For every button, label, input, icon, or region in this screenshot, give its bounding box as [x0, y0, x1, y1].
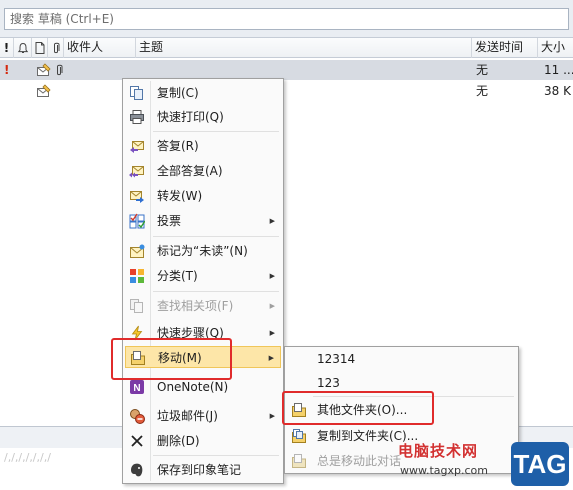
- menu-item-mark-unread[interactable]: 标记为“未读”(N): [125, 240, 281, 262]
- annotation-box-other-folder: [282, 391, 434, 425]
- menu-separator: [153, 236, 279, 237]
- menu-item-label: 保存到印象笔记: [157, 463, 242, 477]
- menu-separator: [153, 455, 279, 456]
- submenu-arrow-icon: ▶: [269, 272, 275, 280]
- column-size[interactable]: 大小: [538, 38, 573, 58]
- column-reminder[interactable]: [14, 38, 32, 58]
- document-icon: [35, 42, 44, 54]
- menu-item-delete[interactable]: 删除(D): [125, 430, 281, 452]
- column-header: ! 收件人 主题 发送时间 大小: [0, 38, 573, 58]
- table-row[interactable]: 无 38 K: [0, 81, 573, 101]
- submenu-item-label: 12314: [317, 352, 356, 366]
- submenu-arrow-icon: ▶: [269, 302, 275, 310]
- forward-icon: [127, 186, 147, 206]
- annotation-box-move: [111, 338, 232, 380]
- column-icon[interactable]: [32, 38, 48, 58]
- menu-item-label: 垃圾邮件(J): [157, 409, 218, 423]
- search-bar: 搜索 草稿 (Ctrl+E): [0, 0, 573, 38]
- menu-item-label: 投票: [157, 214, 182, 228]
- menu-separator: [153, 131, 279, 132]
- sent-time-value: 无: [476, 63, 489, 77]
- menu-item-label: 答复(R): [157, 139, 199, 153]
- importance-flag: !: [4, 63, 10, 77]
- recipient-label: 收件人: [67, 40, 104, 54]
- menu-item-label: 分类(T): [157, 269, 198, 283]
- menu-item-label: 转发(W): [157, 189, 203, 203]
- sent-time-label: 发送时间: [475, 40, 524, 54]
- find-related-icon: [127, 296, 147, 316]
- column-attachment[interactable]: [48, 38, 64, 58]
- watermark-tag-logo: TAG: [511, 442, 569, 486]
- submenu-arrow-icon: ▶: [269, 217, 275, 225]
- mark-unread-icon: [127, 241, 147, 261]
- submenu-arrow-icon: ▶: [268, 354, 274, 362]
- menu-item-copy[interactable]: 复制(C): [125, 82, 281, 104]
- paperclip-icon: [53, 42, 59, 53]
- size-label: 大小: [541, 40, 566, 54]
- menu-item-label: 查找相关项(F): [157, 299, 234, 313]
- size-value: 11 ...: [544, 63, 573, 77]
- menu-item-vote[interactable]: 投票 ▶: [125, 210, 281, 232]
- copy-icon: [127, 83, 147, 103]
- menu-item-categorize[interactable]: 分类(T) ▶: [125, 265, 281, 287]
- draft-mail-icon: [36, 83, 52, 103]
- always-move-icon: [289, 451, 309, 471]
- sent-time-value: 无: [476, 84, 489, 98]
- column-importance[interactable]: !: [0, 38, 14, 58]
- menu-item-label: 复制(C): [157, 86, 199, 100]
- menu-item-quick-print[interactable]: 快速打印(Q): [125, 106, 281, 128]
- size-value: 38 K: [544, 84, 571, 98]
- menu-item-junk[interactable]: 垃圾邮件(J) ▶: [125, 405, 281, 427]
- print-icon: [127, 107, 147, 127]
- menu-item-save-evernote[interactable]: 保存到印象笔记: [125, 459, 281, 481]
- submenu-item-folder-12314[interactable]: 12314: [287, 348, 516, 370]
- table-row[interactable]: ! 无 11 ...: [0, 60, 573, 80]
- reply-all-icon: [127, 161, 147, 181]
- menu-item-label: 删除(D): [157, 434, 200, 448]
- column-recipient[interactable]: 收件人: [64, 38, 136, 58]
- importance-label: !: [3, 40, 10, 55]
- svg-text:N: N: [133, 383, 140, 394]
- context-menu: 复制(C) 快速打印(Q) 答复(R) 全部答复(A) 转发(W) 投票 ▶ 标…: [122, 78, 284, 484]
- search-input[interactable]: 搜索 草稿 (Ctrl+E): [4, 8, 569, 30]
- subject-label: 主题: [139, 40, 164, 54]
- submenu-arrow-icon: ▶: [269, 329, 275, 337]
- vote-icon: [127, 211, 147, 231]
- junk-icon: [127, 406, 147, 426]
- watermark-url: www.tagxp.com: [400, 464, 488, 477]
- paperclip-icon: [54, 63, 64, 83]
- watermark-title: 电脑技术网: [398, 442, 479, 460]
- menu-item-label: 标记为“未读”(N): [157, 244, 248, 258]
- menu-item-reply-all[interactable]: 全部答复(A): [125, 160, 281, 182]
- column-sent-time[interactable]: 发送时间: [472, 38, 538, 58]
- draft-mail-icon: [36, 62, 52, 82]
- submenu-arrow-icon: ▶: [269, 412, 275, 420]
- onenote-icon: N: [127, 377, 147, 397]
- menu-item-forward[interactable]: 转发(W): [125, 185, 281, 207]
- evernote-icon: [127, 460, 147, 480]
- column-subject[interactable]: 主题: [136, 38, 472, 58]
- menu-item-reply[interactable]: 答复(R): [125, 135, 281, 157]
- copy-folder-icon: [289, 426, 309, 446]
- menu-item-label: 快速打印(Q): [157, 110, 224, 124]
- bell-icon: [17, 42, 28, 53]
- watermark: 电脑技术网 www.tagxp.com TAG: [398, 440, 573, 488]
- menu-separator: [153, 291, 279, 292]
- menu-item-find-related[interactable]: 查找相关项(F) ▶: [125, 295, 281, 317]
- menu-item-label: 全部答复(A): [157, 164, 223, 178]
- reading-pane-text: /,/,/,/,/,/,/: [4, 452, 51, 464]
- categorize-icon: [127, 266, 147, 286]
- delete-icon: [127, 431, 147, 451]
- submenu-item-label: 总是移动此对话: [317, 454, 402, 468]
- reply-icon: [127, 136, 147, 156]
